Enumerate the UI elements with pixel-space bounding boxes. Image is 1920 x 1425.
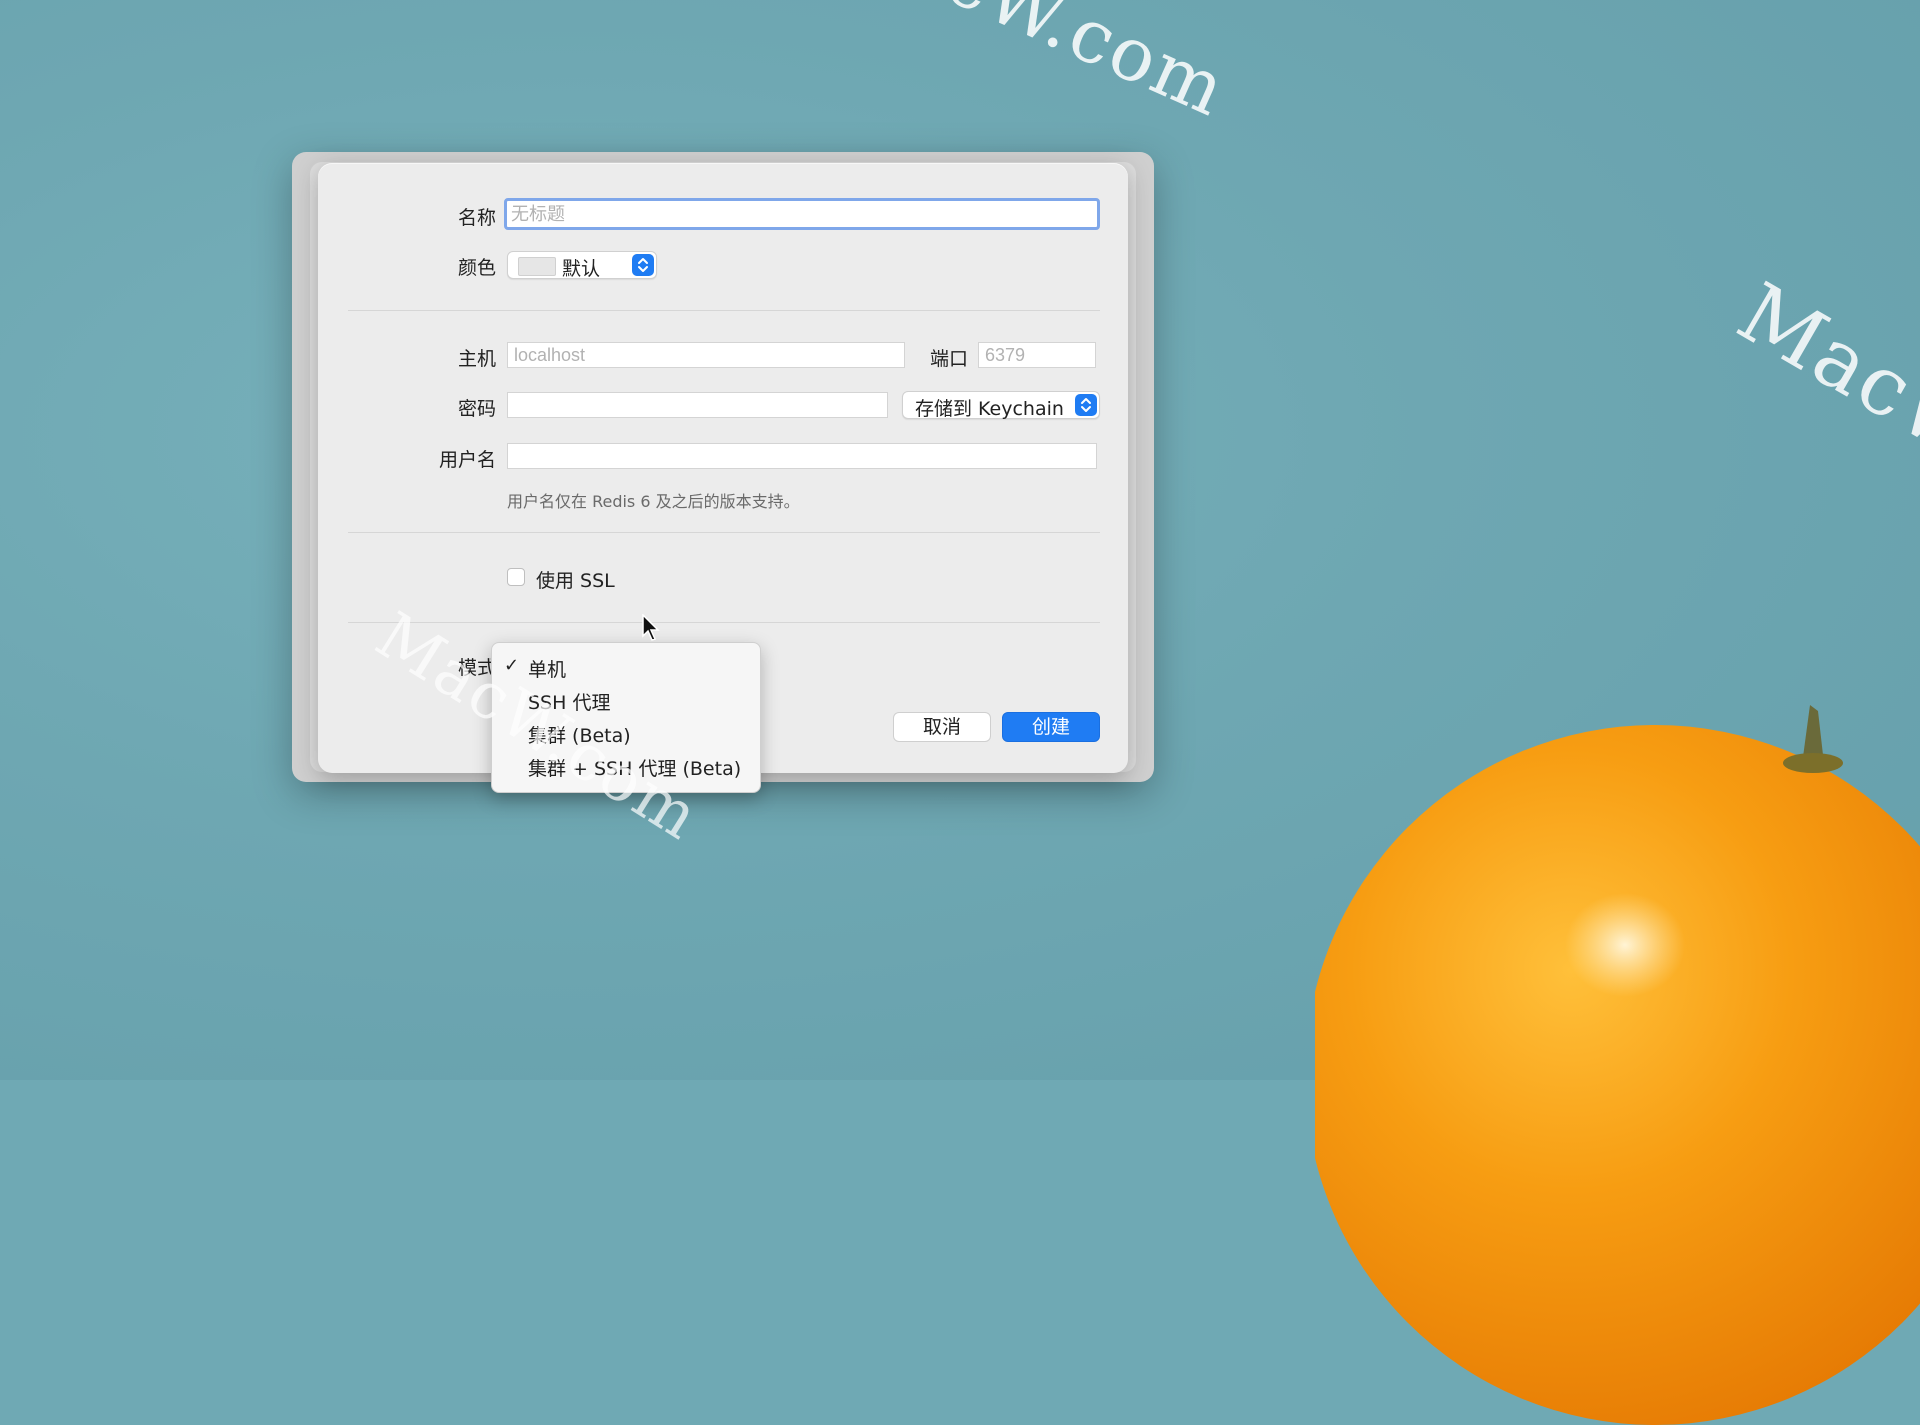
ssl-checkbox[interactable] <box>507 568 525 586</box>
color-value: 默认 <box>562 258 601 280</box>
username-input[interactable] <box>507 443 1097 469</box>
ssl-label[interactable]: 使用 SSL <box>536 566 615 593</box>
create-button[interactable]: 创建 <box>1002 712 1100 742</box>
menu-item-ssh-proxy[interactable]: SSH 代理 <box>528 688 610 715</box>
password-store-value: 存储到 Keychain <box>915 398 1064 420</box>
mode-label: 模式 <box>457 657 496 679</box>
port-input[interactable] <box>978 342 1096 368</box>
menu-item-cluster[interactable]: 集群 (Beta) <box>528 721 631 748</box>
chevron-updown-icon <box>632 254 654 276</box>
password-store-popup[interactable]: 存储到 Keychain <box>902 391 1100 420</box>
host-label: 主机 <box>457 348 496 370</box>
color-swatch <box>518 257 556 276</box>
orange-fruit-image <box>1315 705 1920 1425</box>
chevron-updown-icon <box>1075 394 1097 416</box>
color-label: 颜色 <box>457 257 496 279</box>
menu-item-cluster-ssh[interactable]: 集群 + SSH 代理 (Beta) <box>528 754 741 781</box>
checkmark-icon: ✓ <box>504 655 520 676</box>
section-divider <box>348 310 1100 311</box>
username-hint: 用户名仅在 Redis 6 及之后的版本支持。 <box>507 492 800 511</box>
name-label: 名称 <box>457 207 496 229</box>
name-input[interactable] <box>504 198 1100 230</box>
password-label: 密码 <box>457 398 496 420</box>
cancel-button[interactable]: 取消 <box>893 712 991 742</box>
port-label: 端口 <box>929 348 968 370</box>
section-divider <box>348 622 1100 623</box>
menu-item-standalone[interactable]: 单机 <box>528 655 566 682</box>
username-label: 用户名 <box>438 449 496 471</box>
host-input[interactable] <box>507 342 905 368</box>
mode-dropdown-menu: ✓ 单机 SSH 代理 集群 (Beta) 集群 + SSH 代理 (Beta) <box>491 642 761 793</box>
section-divider <box>348 532 1100 533</box>
color-popup[interactable]: 默认 <box>507 251 657 280</box>
password-input[interactable] <box>507 392 888 418</box>
mouse-cursor-icon <box>642 614 660 641</box>
